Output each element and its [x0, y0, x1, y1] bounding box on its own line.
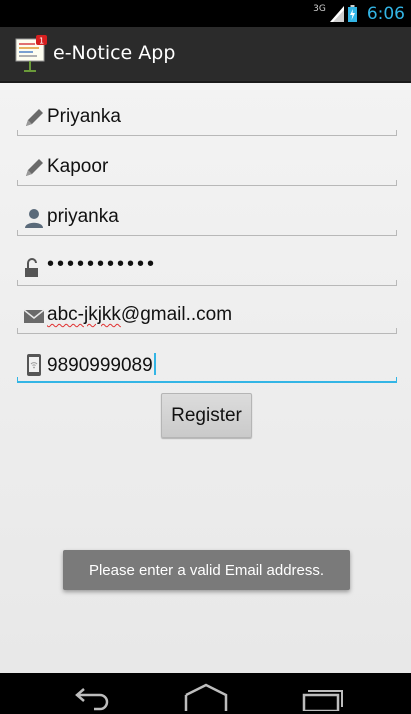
register-button[interactable]: Register [161, 393, 252, 438]
first-name-field[interactable]: Priyanka [17, 100, 397, 136]
email-part-1: abc- [47, 304, 84, 325]
username-field[interactable]: priyanka [17, 200, 397, 236]
signal-icon [329, 5, 344, 22]
network-type-label: 3G [313, 3, 326, 14]
first-name-value: Priyanka [47, 106, 121, 127]
app-title: e-Notice App [53, 42, 176, 64]
action-bar: 1 e-Notice App [0, 27, 411, 83]
registration-form: Priyanka Kapoor priyanka ••••••••••• abc… [0, 83, 411, 673]
toast-message: Please enter a valid Email address. [63, 550, 350, 590]
battery-charging-icon [347, 5, 357, 22]
email-field[interactable]: abc-jkjkk@gmail..com [17, 298, 397, 334]
phone-field[interactable]: 9890999089 [17, 347, 397, 383]
envelope-icon [23, 309, 45, 323]
unlock-icon [25, 258, 38, 277]
svg-text:1: 1 [39, 37, 44, 46]
notice-board-icon[interactable]: 1 [14, 35, 50, 73]
last-name-field[interactable]: Kapoor [17, 150, 397, 186]
username-value: priyanka [47, 206, 119, 227]
pencil-icon [26, 109, 43, 126]
text-cursor [153, 353, 156, 375]
password-field[interactable]: ••••••••••• [17, 250, 397, 286]
phone-value: 9890999089 [47, 353, 156, 377]
email-part-3: @gmail..com [120, 304, 233, 325]
navigation-bar [0, 673, 411, 714]
last-name-value: Kapoor [47, 156, 109, 177]
person-icon [25, 209, 43, 228]
home-icon[interactable] [184, 681, 228, 711]
phone-number-text: 9890999089 [47, 355, 153, 376]
email-value: abc-jkjkk@gmail..com [47, 304, 232, 326]
recent-apps-icon[interactable] [300, 681, 344, 711]
clock: 6:06 [366, 3, 405, 24]
pencil-icon [26, 159, 43, 176]
back-icon[interactable] [70, 681, 114, 711]
password-value: ••••••••••• [47, 253, 158, 275]
email-part-2: jkjkk [83, 304, 121, 325]
phone-icon [27, 354, 41, 376]
status-bar: 3G 6:06 [0, 0, 411, 27]
